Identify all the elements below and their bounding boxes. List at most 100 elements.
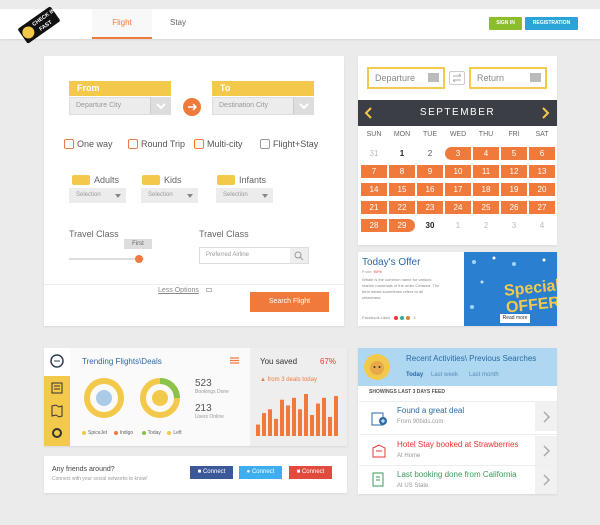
calendar-day[interactable]: 20 [529, 183, 555, 196]
trip-type-flight-stay[interactable]: Flight+Stay [260, 138, 318, 150]
calendar-day[interactable]: 3 [501, 219, 527, 232]
swap-cities-button[interactable] [183, 98, 201, 116]
twitter-icon: ● [246, 469, 251, 475]
twitter-connect-button[interactable]: ● Connect [239, 466, 282, 479]
sign-in-button[interactable]: SIGN IN [489, 17, 522, 30]
calendar-day[interactable]: 26 [501, 201, 527, 214]
trending-card: Trending Flights\Deals 523 Bookings Done… [44, 348, 347, 446]
facebook-connect-button[interactable]: ■ Connect [190, 466, 233, 479]
departure-date-field[interactable]: Departure [367, 67, 445, 89]
showing-label: SHOWINGS LAST 3 DAYS FEED [369, 389, 445, 395]
calendar-day[interactable]: 13 [529, 165, 555, 178]
calendar-day[interactable]: 6 [529, 147, 555, 160]
trip-type-round-trip[interactable]: Round Trip [128, 138, 185, 150]
google-connect-button[interactable]: ■ Connect [289, 466, 332, 479]
tag-icon [142, 175, 160, 185]
caret-down-icon [262, 194, 268, 198]
departure-city-select[interactable]: Departure City [69, 97, 171, 115]
side-nav [44, 376, 70, 446]
calendar-day[interactable]: 21 [361, 201, 387, 214]
calendar-day[interactable]: 17 [445, 183, 471, 196]
calendar-day[interactable]: 14 [361, 183, 387, 196]
calendar-day[interactable]: 29 [389, 219, 415, 232]
chevron-right-icon[interactable] [535, 436, 557, 465]
calendar-day[interactable]: 30 [417, 219, 443, 232]
menu-icon[interactable] [230, 357, 239, 364]
return-date-field[interactable]: Return [469, 67, 547, 89]
departure-city-text: Departure City [76, 102, 122, 109]
adults-select[interactable]: Selection [69, 188, 126, 203]
chevron-left-icon [364, 107, 372, 119]
tab-today[interactable]: Today [406, 372, 423, 378]
chat-button[interactable] [44, 348, 70, 376]
calendar-day[interactable]: 1 [389, 147, 415, 160]
trip-type-one-way[interactable]: One way [64, 138, 113, 150]
calendar-day[interactable]: 16 [417, 183, 443, 196]
swap-dates-button[interactable] [449, 71, 465, 85]
calendar-day[interactable]: 23 [417, 201, 443, 214]
travel-class-value: First [124, 239, 152, 249]
calendar-day[interactable]: 19 [501, 183, 527, 196]
read-more-button[interactable]: Read more [500, 314, 530, 323]
calendar-day[interactable]: 2 [473, 219, 499, 232]
next-month-button[interactable] [540, 107, 550, 119]
calendar-day[interactable]: 12 [501, 165, 527, 178]
calendar-day[interactable]: 5 [501, 147, 527, 160]
chevron-right-icon[interactable] [535, 466, 557, 494]
special-offers-banner[interactable]: Special OFFERS! Read more [464, 252, 557, 326]
legend-dot [141, 430, 146, 435]
recent-item-sub: From 90bids.com [397, 419, 444, 425]
recent-item[interactable]: Hotel Stay booked at Strawberries At Hom… [359, 436, 557, 466]
from-deals: ▲ from 3 deals today [260, 377, 317, 383]
recent-item[interactable]: Found a great deal From 90bids.com [359, 401, 557, 435]
indigo-donut [138, 376, 182, 420]
calendar-day[interactable]: 18 [473, 183, 499, 196]
kids-select[interactable]: Selection [141, 188, 198, 203]
infants-select[interactable]: Selection [216, 188, 273, 203]
trip-type-multi-city[interactable]: Multi-city [194, 138, 243, 150]
calendar-day[interactable]: 8 [389, 165, 415, 178]
calendar-day[interactable]: 28 [361, 219, 387, 232]
calendar-day[interactable]: 4 [529, 219, 555, 232]
calendar-day[interactable]: 25 [473, 201, 499, 214]
bookings-label: Bookings Done [195, 389, 229, 395]
tab-stay[interactable]: Stay [152, 9, 204, 39]
calendar-day[interactable]: 1 [445, 219, 471, 232]
chevron-down-icon [293, 98, 313, 114]
calendar-day[interactable]: 27 [529, 201, 555, 214]
calendar-day[interactable]: 15 [389, 183, 415, 196]
month-label: SEPTEMBER [419, 107, 496, 118]
chevron-right-icon[interactable] [535, 402, 557, 431]
calendar-day[interactable]: 4 [473, 147, 499, 160]
tab-flight[interactable]: Flight [92, 9, 152, 39]
preferred-airline-input[interactable]: Preferred Airline [199, 247, 309, 264]
search-flight-button[interactable]: Search Flight [250, 292, 329, 312]
calendar-day[interactable]: 7 [361, 165, 387, 178]
logo[interactable]: CHECK IN FAST [18, 4, 60, 46]
slider-handle[interactable] [134, 255, 143, 263]
calendar-day[interactable]: 3 [445, 147, 471, 160]
calendar-day[interactable]: 24 [445, 201, 471, 214]
calendar-day[interactable]: 11 [473, 165, 499, 178]
calendar-day[interactable]: 2 [417, 147, 443, 160]
weekday-label: TUE [423, 131, 437, 138]
tag-icon [72, 175, 90, 185]
travel-class-slider[interactable] [69, 258, 144, 260]
offer-body: Whale is the common name for various mar… [362, 277, 440, 300]
calendar-day[interactable]: 22 [389, 201, 415, 214]
calendar-day[interactable]: 31 [361, 147, 387, 160]
calendar-day[interactable]: 10 [445, 165, 471, 178]
calendar-day[interactable]: 9 [417, 165, 443, 178]
swap-icon [452, 73, 462, 83]
prev-month-button[interactable] [364, 107, 374, 119]
tab-last-month[interactable]: Last month [469, 372, 499, 378]
recent-item[interactable]: Last booking done from California At US … [359, 466, 557, 494]
search-icon[interactable] [290, 248, 308, 263]
registration-button[interactable]: REGISTRATION [525, 17, 578, 30]
gear-icon[interactable] [44, 422, 70, 448]
airplane-icon [96, 390, 112, 406]
less-options-link[interactable]: Less Options [158, 287, 199, 294]
weekday-label: SAT [535, 131, 549, 138]
tab-last-week[interactable]: Last week [431, 372, 458, 378]
destination-city-select[interactable]: Destination City [212, 97, 314, 115]
